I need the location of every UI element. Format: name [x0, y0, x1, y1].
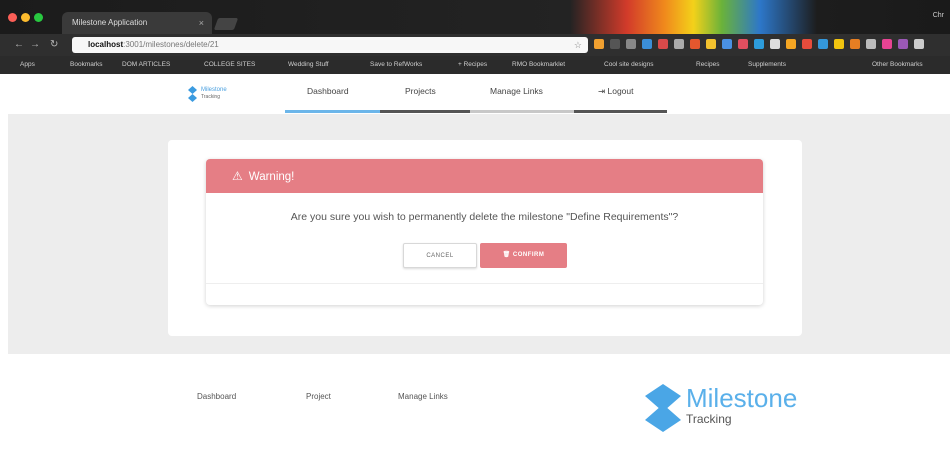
extension-icon[interactable]	[866, 39, 876, 49]
tab-strip: Milestone Application × Chr	[0, 0, 950, 34]
footer-link-project[interactable]: Project	[306, 392, 331, 401]
extension-icon[interactable]	[818, 39, 828, 49]
browser-chrome: Milestone Application × Chr ← → ↻ localh…	[0, 0, 950, 74]
address-bar-row: ← → ↻ localhost:3001/milestones/delete/2…	[0, 34, 950, 56]
nav-underline	[380, 110, 470, 113]
bookmark-item[interactable]: Bookmarks	[70, 56, 103, 74]
nav-underline	[470, 110, 574, 113]
extension-icon[interactable]	[610, 39, 620, 49]
cancel-button[interactable]: CANCEL	[403, 243, 477, 268]
back-icon[interactable]: ←	[14, 39, 24, 50]
extension-icon[interactable]	[850, 39, 860, 49]
tab-title: Milestone Application	[72, 18, 148, 27]
dialog-header: ⚠ Warning!	[206, 159, 763, 193]
new-tab-button[interactable]	[213, 18, 239, 30]
extension-icon[interactable]	[898, 39, 908, 49]
bookmark-item[interactable]: + Recipes	[458, 56, 487, 74]
bookmark-item[interactable]: DOM ARTICLES	[122, 56, 170, 74]
url-path: :3001/milestones/delete/21	[123, 40, 219, 49]
extension-icon[interactable]	[802, 39, 812, 49]
cancel-button-label: CANCEL	[426, 253, 454, 259]
window-close-button[interactable]	[8, 13, 17, 22]
dialog-footer-divider	[206, 283, 763, 284]
extension-icon[interactable]	[642, 39, 652, 49]
extension-icon[interactable]	[690, 39, 700, 49]
window-minimize-button[interactable]	[21, 13, 30, 22]
extension-icon[interactable]	[722, 39, 732, 49]
extension-icon[interactable]	[754, 39, 764, 49]
nav-link-projects[interactable]: Projects	[405, 86, 436, 96]
footer-logo[interactable]: Milestone Tracking	[645, 384, 797, 432]
nav-underline-active	[285, 110, 380, 113]
bookmark-item[interactable]: Apps	[20, 56, 35, 74]
bookmark-item[interactable]: Cool site designs	[604, 56, 654, 74]
app-nav: Milestone Tracking Dashboard Projects Ma…	[0, 74, 950, 114]
tab-close-icon[interactable]: ×	[199, 12, 204, 34]
delete-confirm-dialog: ⚠ Warning! Are you sure you wish to perma…	[206, 159, 763, 305]
footer-logo-text: Milestone Tracking	[681, 384, 797, 426]
extension-icon[interactable]	[658, 39, 668, 49]
extension-icon[interactable]	[914, 39, 924, 49]
confirm-button[interactable]: 🗑 CONFIRM	[480, 243, 567, 268]
footer-link-manage-links[interactable]: Manage Links	[398, 392, 448, 401]
forward-icon[interactable]: →	[30, 39, 40, 50]
nav-link-logout-label: Logout	[607, 86, 634, 96]
extension-icon[interactable]	[626, 39, 636, 49]
nav-logo-sub: Tracking	[201, 94, 220, 100]
bookmark-item[interactable]: Supplements	[748, 56, 786, 74]
reload-icon[interactable]: ↻	[50, 39, 58, 50]
nav-logo-name: Milestone	[201, 87, 227, 93]
confirm-button-label: CONFIRM	[512, 252, 545, 258]
nav-logo-text: Milestone Tracking	[201, 87, 227, 101]
bookmark-item[interactable]: RMO Bookmarklet	[512, 56, 565, 74]
nav-logo[interactable]: Milestone Tracking	[188, 86, 227, 102]
extension-icon[interactable]	[738, 39, 748, 49]
nav-link-logout[interactable]: ⇥ Logout	[598, 86, 633, 97]
content-card: ⚠ Warning! Are you sure you wish to perma…	[168, 140, 802, 336]
extension-icon[interactable]	[706, 39, 716, 49]
footer-link-dashboard[interactable]: Dashboard	[197, 392, 236, 401]
trash-icon: 🗑	[502, 252, 513, 258]
dialog-title: Warning!	[248, 171, 295, 183]
bookmark-star-icon[interactable]: ☆	[574, 37, 582, 53]
warning-triangle-icon: ⚠	[232, 169, 243, 183]
extension-icon[interactable]	[834, 39, 844, 49]
extension-icon[interactable]	[882, 39, 892, 49]
bookmark-item[interactable]: COLLEGE SITES	[204, 56, 255, 74]
dialog-message: Are you sure you wish to permanently del…	[290, 211, 679, 223]
url-field[interactable]: localhost:3001/milestones/delete/21 ☆	[72, 37, 588, 53]
footer-logo-name: Milestone	[686, 383, 798, 413]
footer-logo-sub: Tracking	[686, 412, 732, 426]
extension-icon[interactable]	[594, 39, 604, 49]
url-host: localhost	[88, 40, 124, 49]
bookmark-item[interactable]: Recipes	[696, 56, 719, 74]
nav-underline	[574, 110, 667, 113]
profile-chip[interactable]: Chr	[933, 12, 944, 19]
window-maximize-button[interactable]	[34, 13, 43, 22]
main-content: ⚠ Warning! Are you sure you wish to perma…	[8, 114, 950, 354]
milestone-logo-icon	[188, 86, 197, 102]
page-footer: Dashboard Project Manage Links Milestone…	[0, 354, 950, 449]
milestone-logo-icon	[645, 384, 681, 432]
extension-icon[interactable]	[770, 39, 780, 49]
bookmarks-bar: Apps Bookmarks DOM ARTICLES COLLEGE SITE…	[0, 56, 950, 74]
extension-icons	[594, 39, 924, 51]
extension-icon[interactable]	[786, 39, 796, 49]
nav-link-manage-links[interactable]: Manage Links	[490, 86, 543, 96]
bookmark-item[interactable]: Save to RefWorks	[370, 56, 422, 74]
bookmark-item[interactable]: Wedding Stuff	[288, 56, 329, 74]
browser-tab[interactable]: Milestone Application ×	[62, 12, 212, 34]
extension-icon[interactable]	[674, 39, 684, 49]
bookmark-item[interactable]: Other Bookmarks	[872, 56, 923, 74]
nav-link-dashboard[interactable]: Dashboard	[307, 86, 349, 96]
